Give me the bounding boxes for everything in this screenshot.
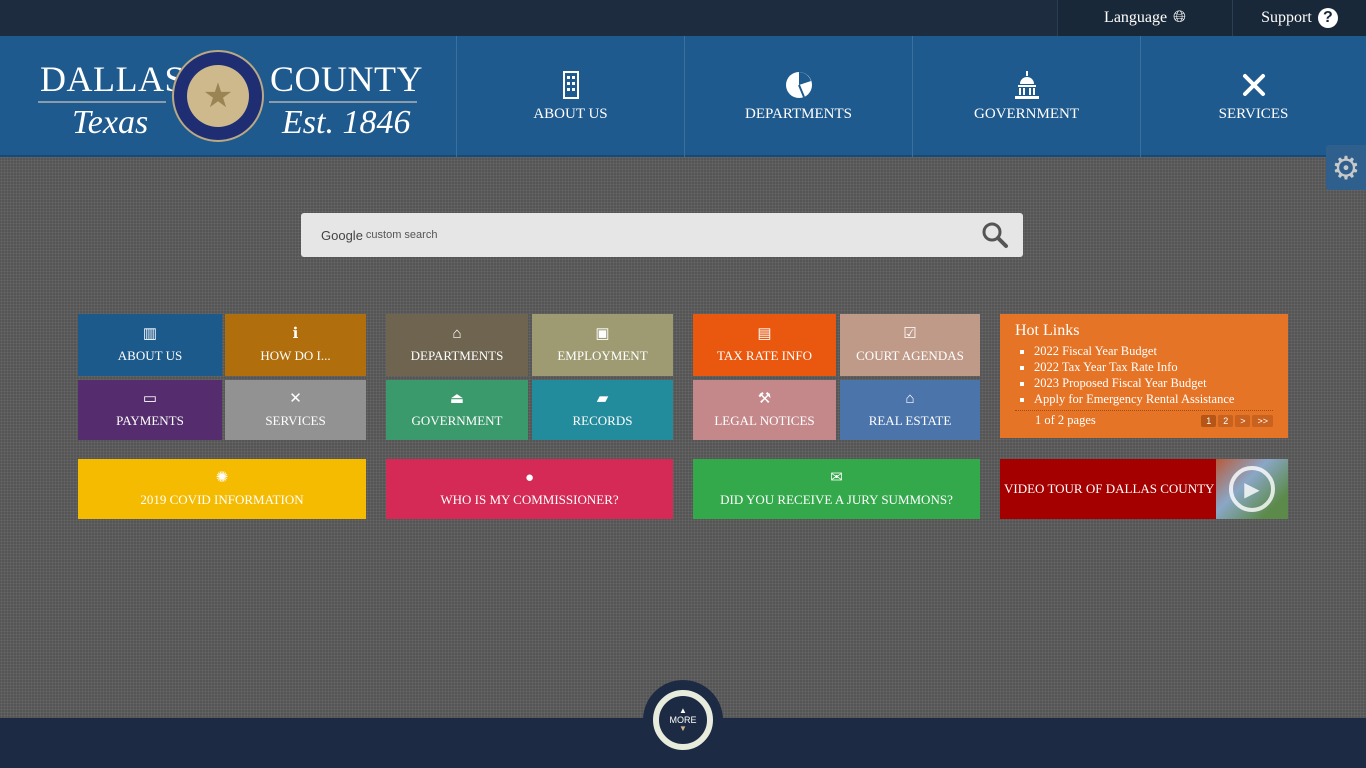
money-icon: ▭ <box>142 391 158 407</box>
building-icon <box>562 71 579 99</box>
support-label: Support <box>1261 9 1312 26</box>
more-button[interactable]: ▲ MORE ▼ <box>643 680 723 760</box>
play-icon: ▶ <box>1229 466 1275 512</box>
video-tour-label: VIDEO TOUR OF DALLAS COUNTY <box>1004 481 1215 496</box>
video-tour-button[interactable]: VIDEO TOUR OF DALLAS COUNTY ▶ <box>1000 459 1288 519</box>
house-icon: ⌂ <box>452 326 462 342</box>
tile-payments[interactable]: ▭ PAYMENTS <box>78 380 222 440</box>
nav-government[interactable]: GOVERNMENT <box>912 36 1140 157</box>
support-button[interactable]: Support? <box>1232 0 1366 36</box>
tile-label: REAL ESTATE <box>868 413 952 428</box>
header: DALLAS Texas ★ COUNTY Est. 1846 ABOUT US… <box>0 36 1366 157</box>
page-info: 1 of 2 pages <box>1035 413 1096 427</box>
search-input[interactable]: Google custom search <box>301 213 1023 257</box>
tile-label: GOVERNMENT <box>411 413 503 428</box>
tile-records[interactable]: ▰ RECORDS <box>532 380 673 440</box>
tile-government[interactable]: ⏏ GOVERNMENT <box>386 380 528 440</box>
tile-services[interactable]: ✕ SERVICES <box>225 380 366 440</box>
divider <box>269 101 417 103</box>
tile-label: COURT AGENDAS <box>856 348 964 363</box>
next-page-button[interactable]: > <box>1235 415 1251 427</box>
building-icon: ▥ <box>142 326 158 342</box>
top-bar: Language 🌐︎ Support? <box>0 0 1366 36</box>
envelope-open-icon: ✉ <box>830 470 843 486</box>
virus-icon: ✺ <box>215 470 229 486</box>
nav-label: DEPARTMENTS <box>745 106 852 122</box>
globe-icon: 🌐︎ <box>1173 9 1186 26</box>
nav-services[interactable]: SERVICES <box>1140 36 1366 157</box>
logo-texas: Texas <box>72 104 149 141</box>
hot-links-title: Hot Links <box>1015 322 1080 339</box>
logo-est: Est. 1846 <box>282 104 411 141</box>
chevron-down-icon: ▼ <box>679 724 687 733</box>
tile-label: WHO IS MY COMMISSIONER? <box>440 492 619 507</box>
language-label: Language <box>1104 9 1168 26</box>
tile-label: TAX RATE INFO <box>716 348 812 363</box>
chevron-up-icon: ▲ <box>679 706 687 715</box>
search-placeholder: custom search <box>365 229 438 241</box>
page-2-button[interactable]: 2 <box>1218 415 1234 427</box>
info-person-icon: ℹ <box>292 326 299 342</box>
page-1-button[interactable]: 1 <box>1201 415 1217 427</box>
tile-label: SERVICES <box>265 413 326 428</box>
hot-link[interactable]: 2023 Proposed Fiscal Year Budget <box>1034 375 1273 391</box>
tile-real-estate[interactable]: ⌂ REAL ESTATE <box>840 380 980 440</box>
county-seal: ★ <box>172 50 264 142</box>
language-button[interactable]: Language 🌐︎ <box>1057 0 1232 36</box>
document-icon: ▤ <box>757 326 772 342</box>
tile-label: ABOUT US <box>117 348 183 363</box>
tools-icon: ✕ <box>289 391 302 407</box>
tile-did-you-receive-a-jury-summons[interactable]: ✉ DID YOU RECEIVE A JURY SUMMONS? <box>693 459 980 519</box>
tile-label: HOW DO I... <box>260 348 331 363</box>
folder-user-icon: ▰ <box>596 391 609 407</box>
checkbox-icon: ☑ <box>903 326 917 342</box>
tile-employment[interactable]: ▣ EMPLOYMENT <box>532 314 673 376</box>
tile-how-do-i[interactable]: ℹ HOW DO I... <box>225 314 366 376</box>
logo-county: COUNTY <box>270 59 423 99</box>
tile-court-agendas[interactable]: ☑ COURT AGENDAS <box>840 314 980 376</box>
video-thumbnail: ▶ <box>1216 459 1288 519</box>
tile-label: EMPLOYMENT <box>557 348 648 363</box>
divider <box>38 101 166 103</box>
tile-label: 2019 COVID INFORMATION <box>140 492 304 507</box>
question-circle-icon: ? <box>1317 8 1338 28</box>
tile-label: PAYMENTS <box>116 413 184 428</box>
nav-label: ABOUT US <box>533 106 608 122</box>
capitol-icon <box>1014 71 1039 99</box>
nav-label: GOVERNMENT <box>974 106 1079 122</box>
hot-link[interactable]: 2022 Tax Year Tax Rate Info <box>1034 359 1273 375</box>
tile-label: LEGAL NOTICES <box>714 413 815 428</box>
tile-about-us[interactable]: ▥ ABOUT US <box>78 314 222 376</box>
tile-label: DID YOU RECEIVE A JURY SUMMONS? <box>720 492 953 507</box>
hot-link[interactable]: 2022 Fiscal Year Budget <box>1034 343 1273 359</box>
google-brand: Google <box>321 227 363 243</box>
nav-label: SERVICES <box>1218 106 1289 122</box>
tile-2019-covid-information[interactable]: ✺ 2019 COVID INFORMATION <box>78 459 366 519</box>
tile-label: RECORDS <box>572 413 633 428</box>
tile-legal-notices[interactable]: ⚒ LEGAL NOTICES <box>693 380 836 440</box>
nav-departments[interactable]: DEPARTMENTS <box>684 36 912 157</box>
dallas-county-logo[interactable]: DALLAS Texas ★ COUNTY Est. 1846 <box>0 36 455 157</box>
star-icon: ★ <box>187 65 249 127</box>
last-page-button[interactable]: >> <box>1252 415 1273 427</box>
briefcase-icon: ▣ <box>595 326 610 342</box>
hot-links-panel: Hot Links 2022 Fiscal Year Budget 2022 T… <box>1000 314 1288 438</box>
hot-link[interactable]: Apply for Emergency Rental Assistance <box>1034 391 1273 407</box>
pie-chart-icon <box>785 72 812 98</box>
tools-icon <box>1242 74 1265 96</box>
search-icon[interactable] <box>981 221 1009 249</box>
tile-label: DEPARTMENTS <box>410 348 504 363</box>
pager: 1 2 > >> <box>1199 413 1273 428</box>
gavel-icon: ⚒ <box>757 391 772 407</box>
capitol-icon: ⏏ <box>449 391 465 407</box>
settings-gear-button[interactable]: ⚙ <box>1326 145 1366 190</box>
tile-who-is-my-commissioner[interactable]: ● WHO IS MY COMMISSIONER? <box>386 459 673 519</box>
user-icon: ● <box>524 470 535 486</box>
tile-tax-rate-info[interactable]: ▤ TAX RATE INFO <box>693 314 836 376</box>
nav-about-us[interactable]: ABOUT US <box>456 36 684 157</box>
home-icon: ⌂ <box>905 391 915 407</box>
logo-dallas: DALLAS <box>40 59 185 99</box>
tile-departments[interactable]: ⌂ DEPARTMENTS <box>386 314 528 376</box>
gear-icon: ⚙ <box>1331 149 1361 186</box>
